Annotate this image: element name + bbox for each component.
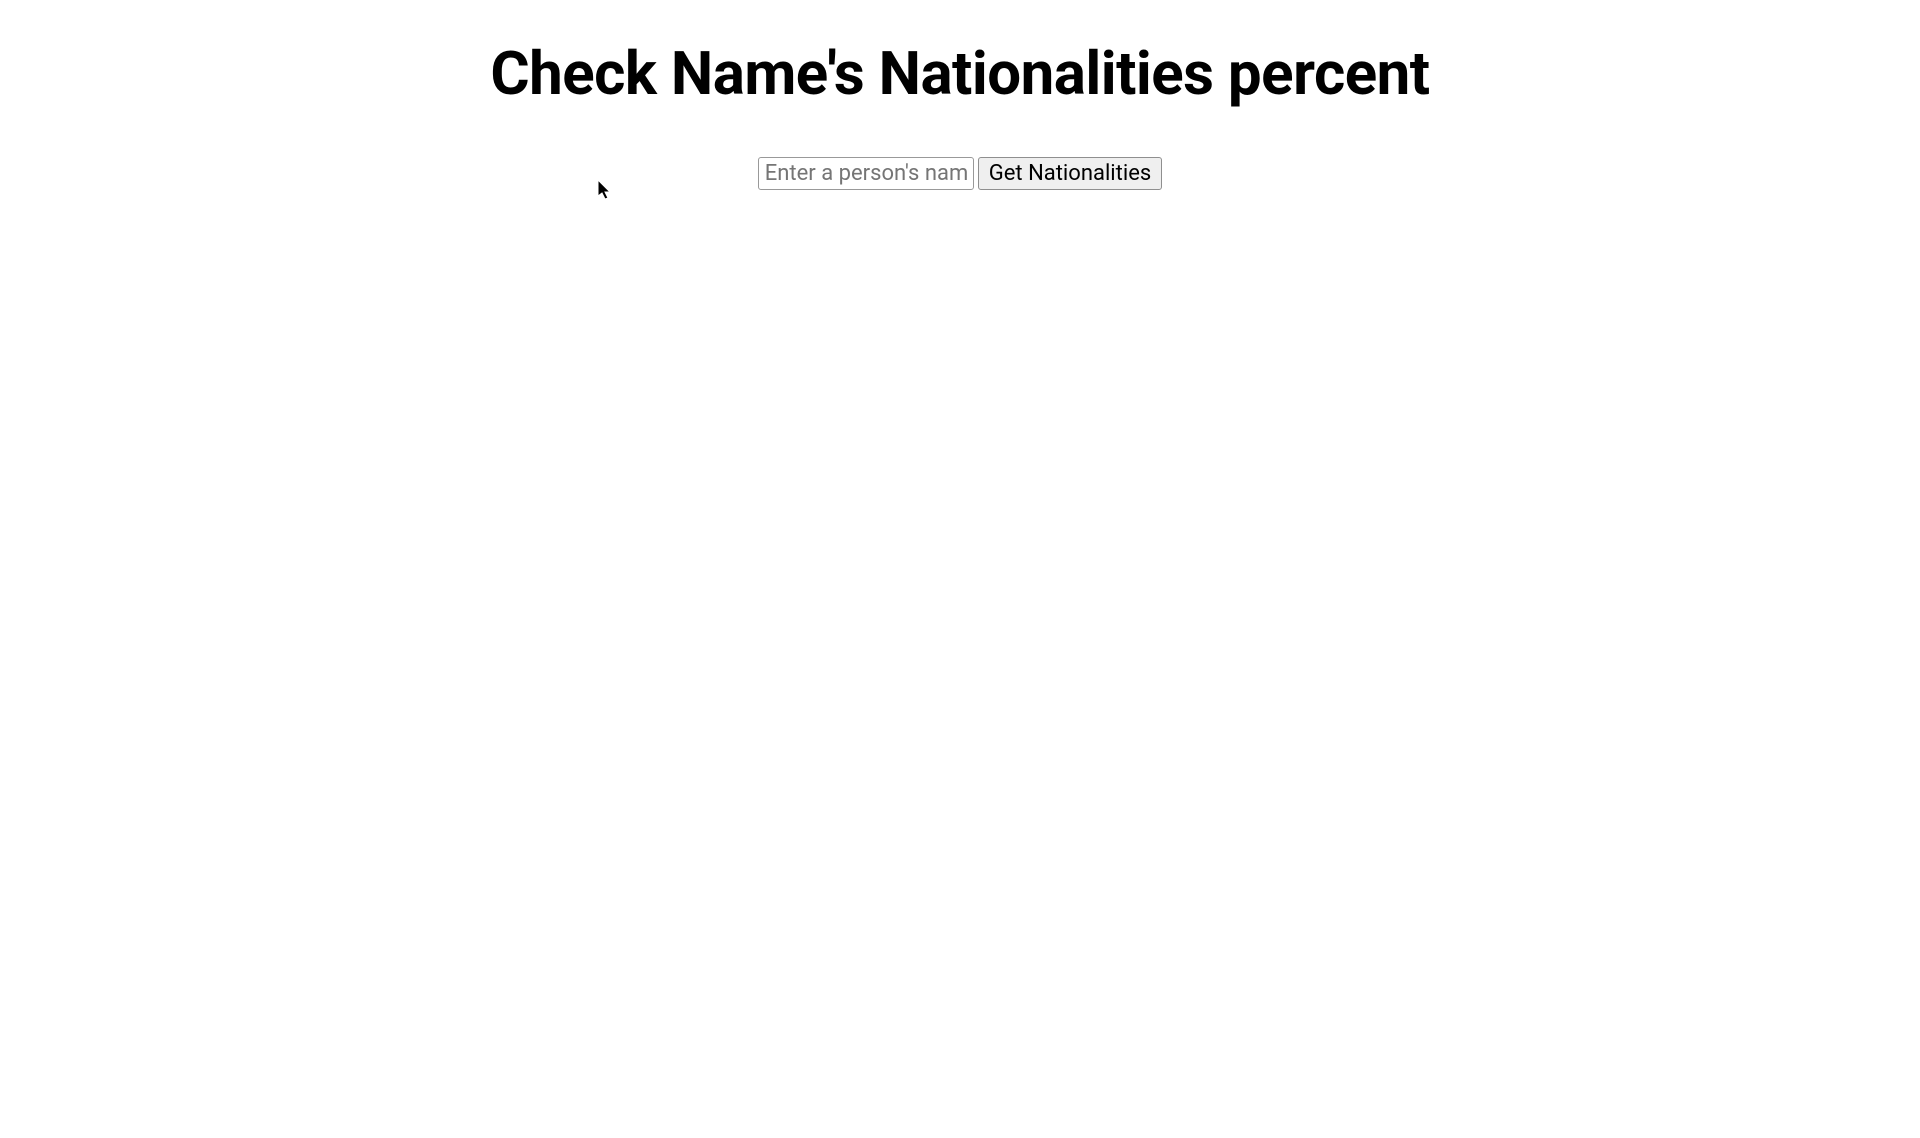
get-nationalities-button[interactable]: Get Nationalities [978, 157, 1162, 190]
name-input[interactable] [758, 157, 974, 190]
page-title: Check Name's Nationalities percent [490, 38, 1429, 109]
form-row: Get Nationalities [758, 157, 1162, 190]
main-container: Check Name's Nationalities percent Get N… [0, 0, 1920, 190]
